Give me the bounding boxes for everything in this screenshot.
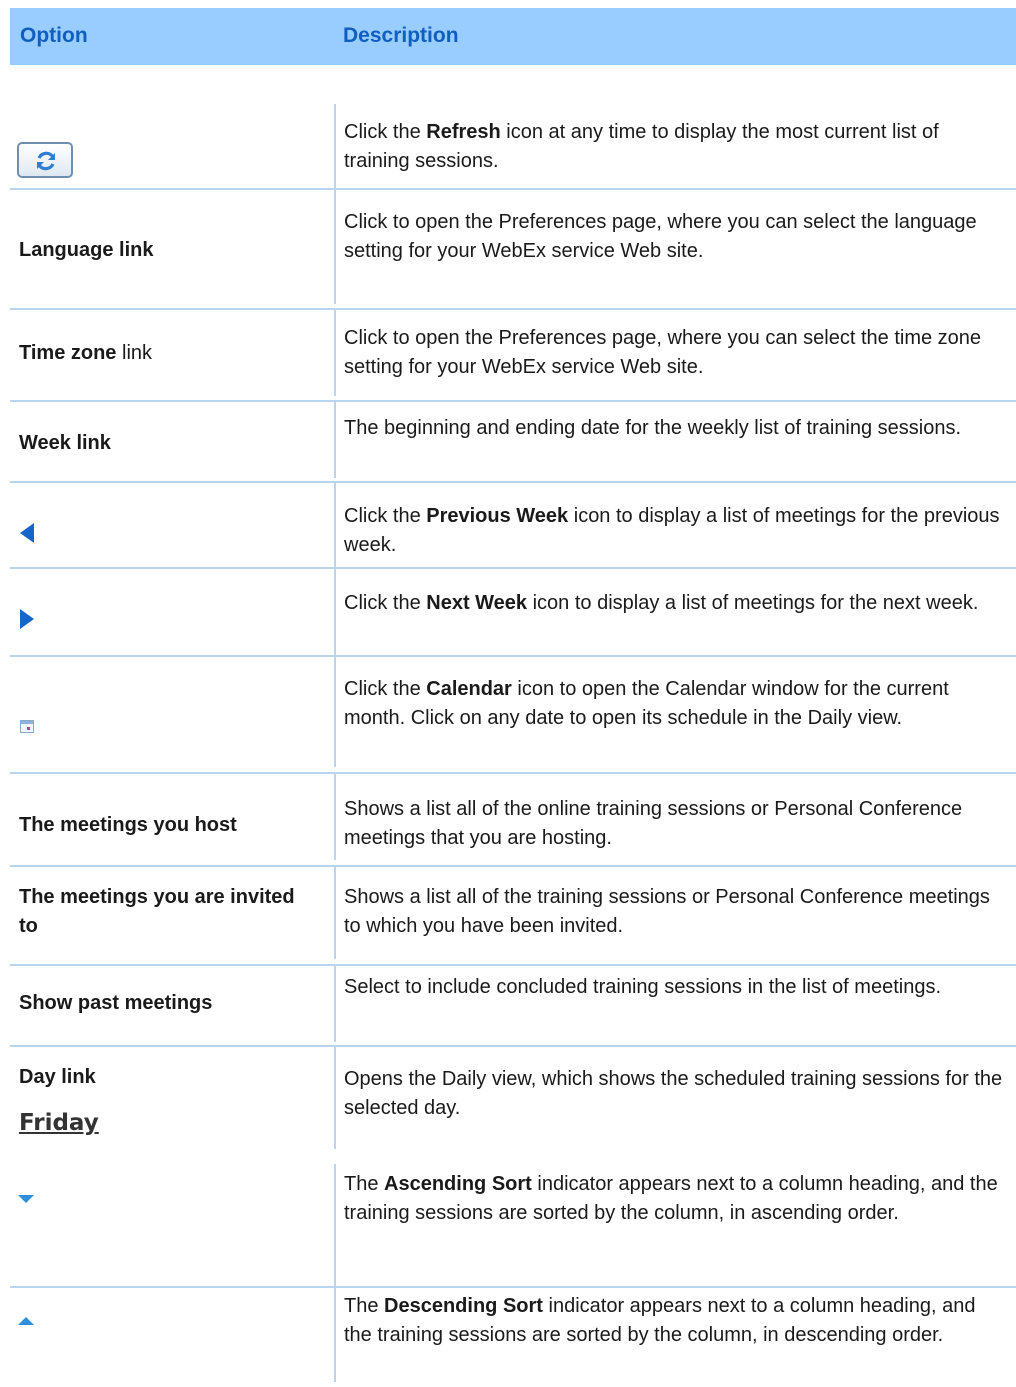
row-option: The meetings you are invited to [19, 886, 295, 937]
row-divider [10, 1045, 1016, 1047]
row-option: Day link [19, 1066, 96, 1088]
calendar-icon [20, 720, 34, 733]
row-description: Select to include concluded training ses… [344, 976, 942, 998]
row-divider [10, 865, 1016, 867]
row-description: Click the Previous Week icon to display … [344, 505, 1000, 556]
column-divider [334, 1047, 336, 1149]
column-divider [334, 966, 336, 1042]
row-option: Show past meetings [19, 992, 213, 1014]
row-description: Shows a list all of the training session… [344, 886, 990, 937]
row-option: Time zone link [19, 342, 153, 364]
row-divider [10, 308, 1016, 310]
column-divider [334, 1164, 336, 1382]
row-description: The Descending Sort indicator appears ne… [344, 1295, 976, 1346]
column-divider [334, 483, 336, 767]
row-divider [10, 964, 1016, 966]
row-description: The Ascending Sort indicator appears nex… [344, 1173, 998, 1224]
row-description: Click the Calendar icon to open the Cale… [344, 678, 949, 729]
row-description: Click to open the Preferences page, wher… [344, 211, 977, 262]
ascending-sort-icon [18, 1195, 34, 1203]
table-header: Option Description [10, 8, 1016, 65]
row-divider [10, 567, 1016, 569]
row-divider [10, 1286, 1016, 1288]
column-divider [334, 402, 336, 478]
row-divider [10, 188, 1016, 190]
row-option: The meetings you host [19, 814, 237, 836]
column-divider [334, 774, 336, 860]
row-divider [10, 481, 1016, 483]
row-divider [10, 655, 1016, 657]
column-divider [334, 104, 336, 304]
row-description: Shows a list all of the online training … [344, 798, 963, 849]
previous-week-icon [20, 523, 34, 543]
day-link-sample: Friday [19, 1110, 99, 1136]
row-option: Week link [19, 432, 111, 454]
row-divider [10, 400, 1016, 402]
row-option: Language link [19, 239, 154, 261]
row-description: Click the Refresh icon at any time to di… [344, 121, 939, 172]
next-week-icon [20, 609, 34, 629]
column-divider [334, 310, 336, 396]
descending-sort-icon [18, 1317, 34, 1325]
row-description: Click to open the Preferences page, wher… [344, 327, 982, 378]
row-description: Click the Next Week icon to display a li… [344, 592, 979, 614]
row-description: Opens the Daily view, which shows the sc… [344, 1068, 1003, 1119]
row-description: The beginning and ending date for the we… [344, 417, 962, 439]
column-header-description: Description [343, 24, 459, 47]
column-divider [334, 867, 336, 959]
row-divider [10, 772, 1016, 774]
column-header-option: Option [20, 24, 88, 47]
refresh-icon [17, 142, 73, 178]
